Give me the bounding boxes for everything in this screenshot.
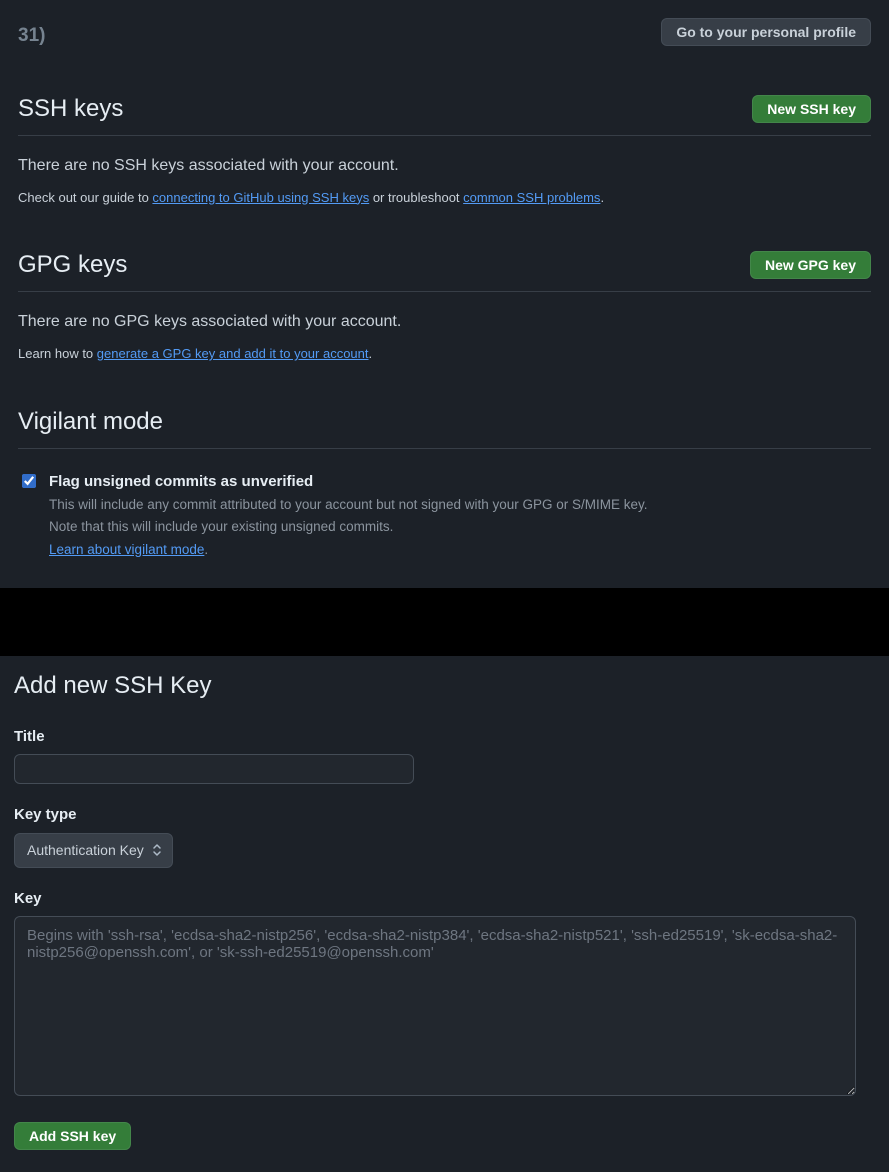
vigilant-mode-heading: Vigilant mode [18, 404, 871, 449]
learn-vigilant-mode-link[interactable]: Learn about vigilant mode [49, 542, 204, 557]
gpg-empty-message: There are no GPG keys associated with yo… [18, 310, 871, 334]
add-ssh-key-heading: Add new SSH Key [14, 668, 875, 704]
new-gpg-key-button[interactable]: New GPG key [750, 251, 871, 279]
key-label: Key [14, 888, 875, 911]
go-to-profile-button[interactable]: Go to your personal profile [661, 18, 871, 46]
ssh-empty-message: There are no SSH keys associated with yo… [18, 154, 871, 178]
key-type-label: Key type [14, 804, 875, 827]
vigilant-desc-2: Note that this will include your existin… [49, 517, 648, 537]
ssh-guide-text: Check out our guide to connecting to Git… [18, 188, 871, 208]
chevron-updown-icon [152, 843, 162, 857]
title-input[interactable] [14, 754, 414, 784]
add-ssh-key-submit-button[interactable]: Add SSH key [14, 1122, 131, 1150]
common-ssh-problems-link[interactable]: common SSH problems [463, 190, 600, 205]
key-type-select[interactable]: Authentication Key [14, 833, 173, 868]
connecting-ssh-link[interactable]: connecting to GitHub using SSH keys [152, 190, 369, 205]
new-ssh-key-button[interactable]: New SSH key [752, 95, 871, 123]
title-label: Title [14, 726, 875, 749]
flag-unsigned-label: Flag unsigned commits as unverified [49, 471, 648, 494]
gpg-guide-text: Learn how to generate a GPG key and add … [18, 344, 871, 364]
gpg-keys-heading: GPG keys [18, 247, 127, 283]
key-type-selected-value: Authentication Key [27, 840, 144, 861]
flag-unsigned-checkbox[interactable] [22, 474, 36, 488]
section-divider [0, 588, 889, 656]
page-id-fragment: 31) [18, 22, 45, 51]
ssh-keys-heading: SSH keys [18, 91, 123, 127]
generate-gpg-key-link[interactable]: generate a GPG key and add it to your ac… [97, 346, 369, 361]
vigilant-desc-1: This will include any commit attributed … [49, 495, 648, 515]
key-textarea[interactable] [14, 916, 856, 1096]
